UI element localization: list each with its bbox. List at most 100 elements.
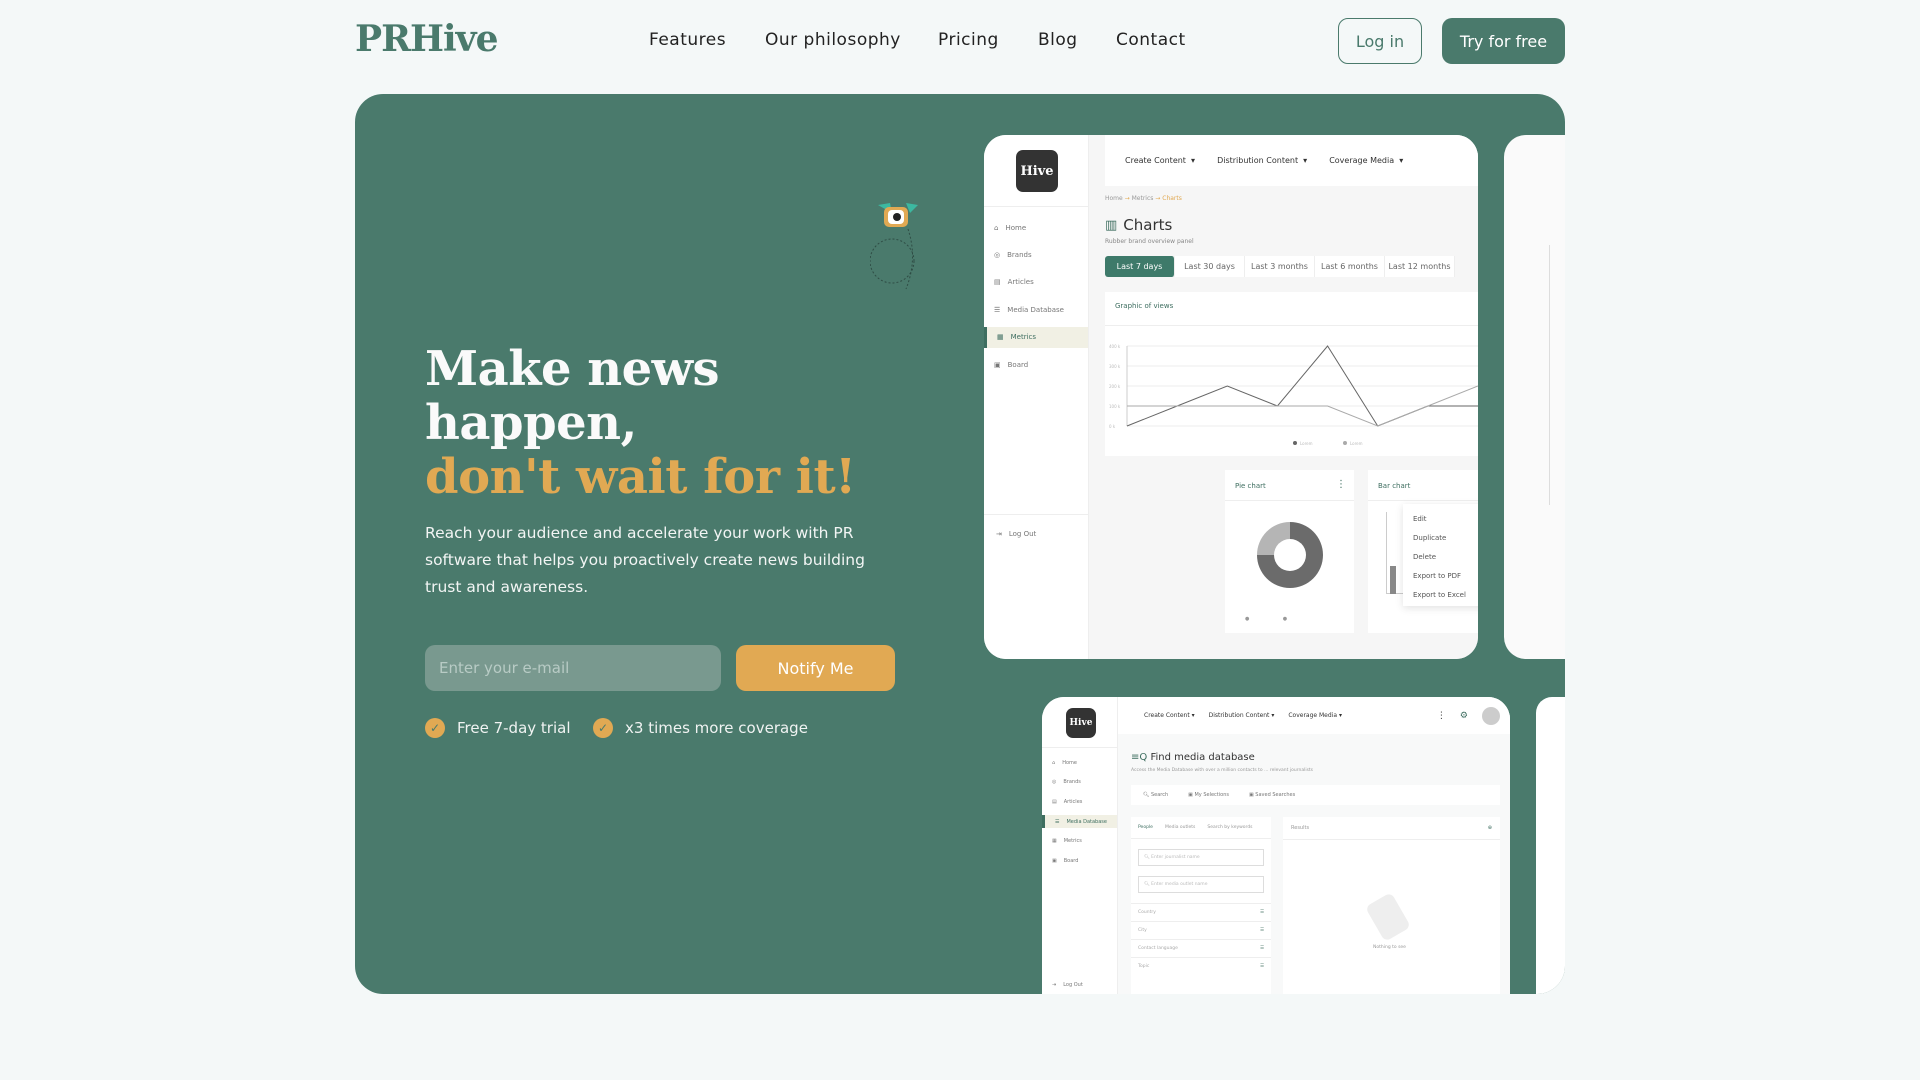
topnav-create[interactable]: Create Content ▾ [1125, 156, 1195, 165]
tab-range[interactable]: Last 6 months [1315, 256, 1385, 277]
page-title: ≡Q Find media database [1131, 752, 1255, 763]
gear-icon[interactable]: ⚙ [1460, 711, 1468, 721]
login-button[interactable]: Log in [1338, 18, 1422, 64]
nav-pricing[interactable]: Pricing [938, 30, 999, 50]
nav-philosophy[interactable]: Our philosophy [765, 30, 901, 50]
page-subtitle: Rubber brand overview panel [1105, 238, 1194, 245]
bar-title: Bar chart [1378, 482, 1411, 490]
sidebar-item-board[interactable]: ▣ Board [1042, 854, 1117, 868]
sidebar-item-metrics[interactable]: ▦ Metrics [1042, 834, 1117, 848]
sidebar-icon: ◎ [1052, 779, 1057, 786]
check-icon: ✓ [593, 718, 613, 738]
views-graph: Graphic of views 400 k 300 k 200 k 100 k 0 k… [1105, 292, 1478, 456]
menu-item[interactable]: Export to Excel [1403, 586, 1478, 605]
subtab-keywords[interactable]: Search by keywords [1207, 825, 1252, 830]
more-icon[interactable]: ⋮ [1336, 479, 1346, 490]
tab-saved[interactable]: ▣ Saved Searches [1249, 792, 1295, 798]
sidebar-item-media-database[interactable]: ☰ Media Database [984, 299, 1088, 320]
legend-label: Lorem [1300, 441, 1313, 446]
nav-features[interactable]: Features [649, 30, 726, 50]
topnav-distribution[interactable]: Distribution Content ▾ [1209, 712, 1275, 719]
range-tabs: Last 7 days Last 30 days Last 3 months Last… [1105, 256, 1455, 277]
topnav-create[interactable]: Create Content ▾ [1144, 712, 1195, 719]
topnav-coverage[interactable]: Coverage Media ▾ [1288, 712, 1342, 719]
graph-title: Graphic of views [1115, 302, 1174, 310]
add-icon[interactable]: ⊕ [1488, 825, 1492, 831]
sidebar-item-media-database[interactable]: ☰ Media Database [1042, 814, 1117, 829]
feature-coverage: ✓ x3 times more coverage [593, 718, 808, 738]
filter-row[interactable]: Contact language ☰ [1131, 939, 1271, 957]
logo[interactable]: PRHive [355, 18, 498, 60]
tab-selections[interactable]: ▣ My Selections [1188, 792, 1229, 798]
logout-link[interactable]: ⇥ Log Out [984, 530, 1088, 538]
profile-mockup-partial [1504, 135, 1565, 659]
donut-chart [1257, 522, 1323, 588]
sidebar-item-home[interactable]: ⌂ Home [984, 217, 1088, 238]
sidebar-item-board[interactable]: ▣ Board [984, 354, 1088, 375]
filter-row[interactable]: Country ☰ [1131, 903, 1271, 921]
sidebar-icon: ⌂ [994, 223, 999, 232]
empty-illustration-icon [1365, 892, 1411, 942]
hero-lead: Reach your audience and accelerate your … [425, 524, 865, 596]
y-tick-label: 0 k [1109, 424, 1116, 429]
hero-title: Make news happen, don't wait for it! [425, 341, 856, 505]
notify-button[interactable]: Notify Me [736, 645, 895, 691]
more-icon[interactable]: ⋮ [1437, 711, 1446, 721]
filter-row[interactable]: Topic ☰ [1131, 957, 1271, 975]
sidebar-item-articles[interactable]: ▤ Articles [1042, 795, 1117, 809]
try-free-button[interactable]: Try for free [1442, 18, 1565, 64]
pie-title: Pie chart [1235, 482, 1266, 490]
charts-mockup: Hive ⌂ Home ◎ Brands ▤ Articles ☰ Media Databas… [984, 135, 1478, 659]
tab-range[interactable]: Last 7 days [1105, 256, 1175, 277]
tab-range[interactable]: Last 12 months [1385, 256, 1455, 277]
menu-item[interactable]: Edit [1403, 510, 1478, 529]
hero-section: Make news happen, don't wait for it! Rea… [355, 94, 1565, 994]
sidebar-item-brands[interactable]: ◎ Brands [1042, 776, 1117, 790]
sidebar-icon: ▣ [1052, 857, 1057, 864]
filter-row[interactable]: City ☰ [1131, 921, 1271, 939]
menu-item[interactable]: Export to PDF [1403, 567, 1478, 586]
sidebar-icon: ☰ [1055, 818, 1060, 825]
sidebar-item-home[interactable]: ⌂ Home [1042, 756, 1117, 770]
avatar[interactable] [1482, 706, 1500, 725]
sidebar-item-brands[interactable]: ◎ Brands [984, 244, 1088, 265]
menu-item[interactable]: Delete [1403, 548, 1478, 567]
y-tick-label: 200 k [1109, 384, 1121, 389]
subtab-people[interactable]: People [1138, 825, 1153, 830]
views-line-chart: 400 k 300 k 200 k 100 k 0 k Lorem Lorem [1109, 344, 1478, 446]
journalist-input[interactable]: 🔍︎ Enter journalist name [1138, 849, 1264, 866]
legend-marker [1343, 441, 1347, 445]
contact-mockup-partial [1536, 697, 1565, 994]
context-menu: Edit Duplicate Delete Export to PDF Export t… [1403, 504, 1478, 606]
logout-link[interactable]: ⇥ Log Out [1042, 982, 1117, 988]
outlet-input[interactable]: 🔍︎ Enter media outlet name [1138, 876, 1264, 893]
feature-trial: ✓ Free 7-day trial [425, 718, 571, 738]
y-tick-label: 100 k [1109, 404, 1121, 409]
mockup-sidebar: Hive ⌂ Home ◎ Brands ▤ Articles ☰ Media Databas… [984, 135, 1089, 659]
sidebar-icon: ▦ [1052, 838, 1057, 845]
email-input[interactable] [425, 645, 721, 691]
sidebar-item-articles[interactable]: ▤ Articles [984, 272, 1088, 293]
sliders-icon: ☰ [1259, 928, 1264, 933]
sidebar-item-metrics[interactable]: ▦ Metrics [984, 326, 1088, 348]
bar-chart-panel: Bar chart Edit Duplicate Delete Export to P… [1368, 470, 1478, 633]
topnav-coverage[interactable]: Coverage Media ▾ [1329, 156, 1403, 165]
tab-range[interactable]: Last 30 days [1175, 256, 1245, 277]
search-tabs: 🔍︎ Search ▣ My Selections ▣ Saved Search… [1131, 785, 1500, 805]
nav-contact[interactable]: Contact [1116, 30, 1186, 50]
sidebar-icon: ▤ [1052, 798, 1057, 805]
legend-label: Lorem [1350, 441, 1363, 446]
nav-blog[interactable]: Blog [1038, 30, 1078, 50]
sliders-icon: ☰ [1259, 964, 1264, 969]
pie-chart-panel: Pie chart ⋮ ● ● [1225, 470, 1354, 633]
media-mockup: Hive ⌂ Home ◎ Brands ▤ Articles ☰ Media Databas… [1042, 697, 1510, 994]
sidebar-icon: ☰ [994, 305, 1001, 314]
logout-icon: ⇥ [996, 530, 1002, 538]
tab-range[interactable]: Last 3 months [1245, 256, 1315, 277]
mockup-logo: Hive [1016, 150, 1058, 192]
menu-item[interactable]: Duplicate [1403, 529, 1478, 548]
tab-search[interactable]: 🔍︎ Search [1143, 792, 1168, 798]
topnav-distribution[interactable]: Distribution Content ▾ [1217, 156, 1307, 165]
subtab-outlets[interactable]: Media outlets [1165, 825, 1195, 830]
search-list-icon: ≡Q [1131, 752, 1148, 763]
